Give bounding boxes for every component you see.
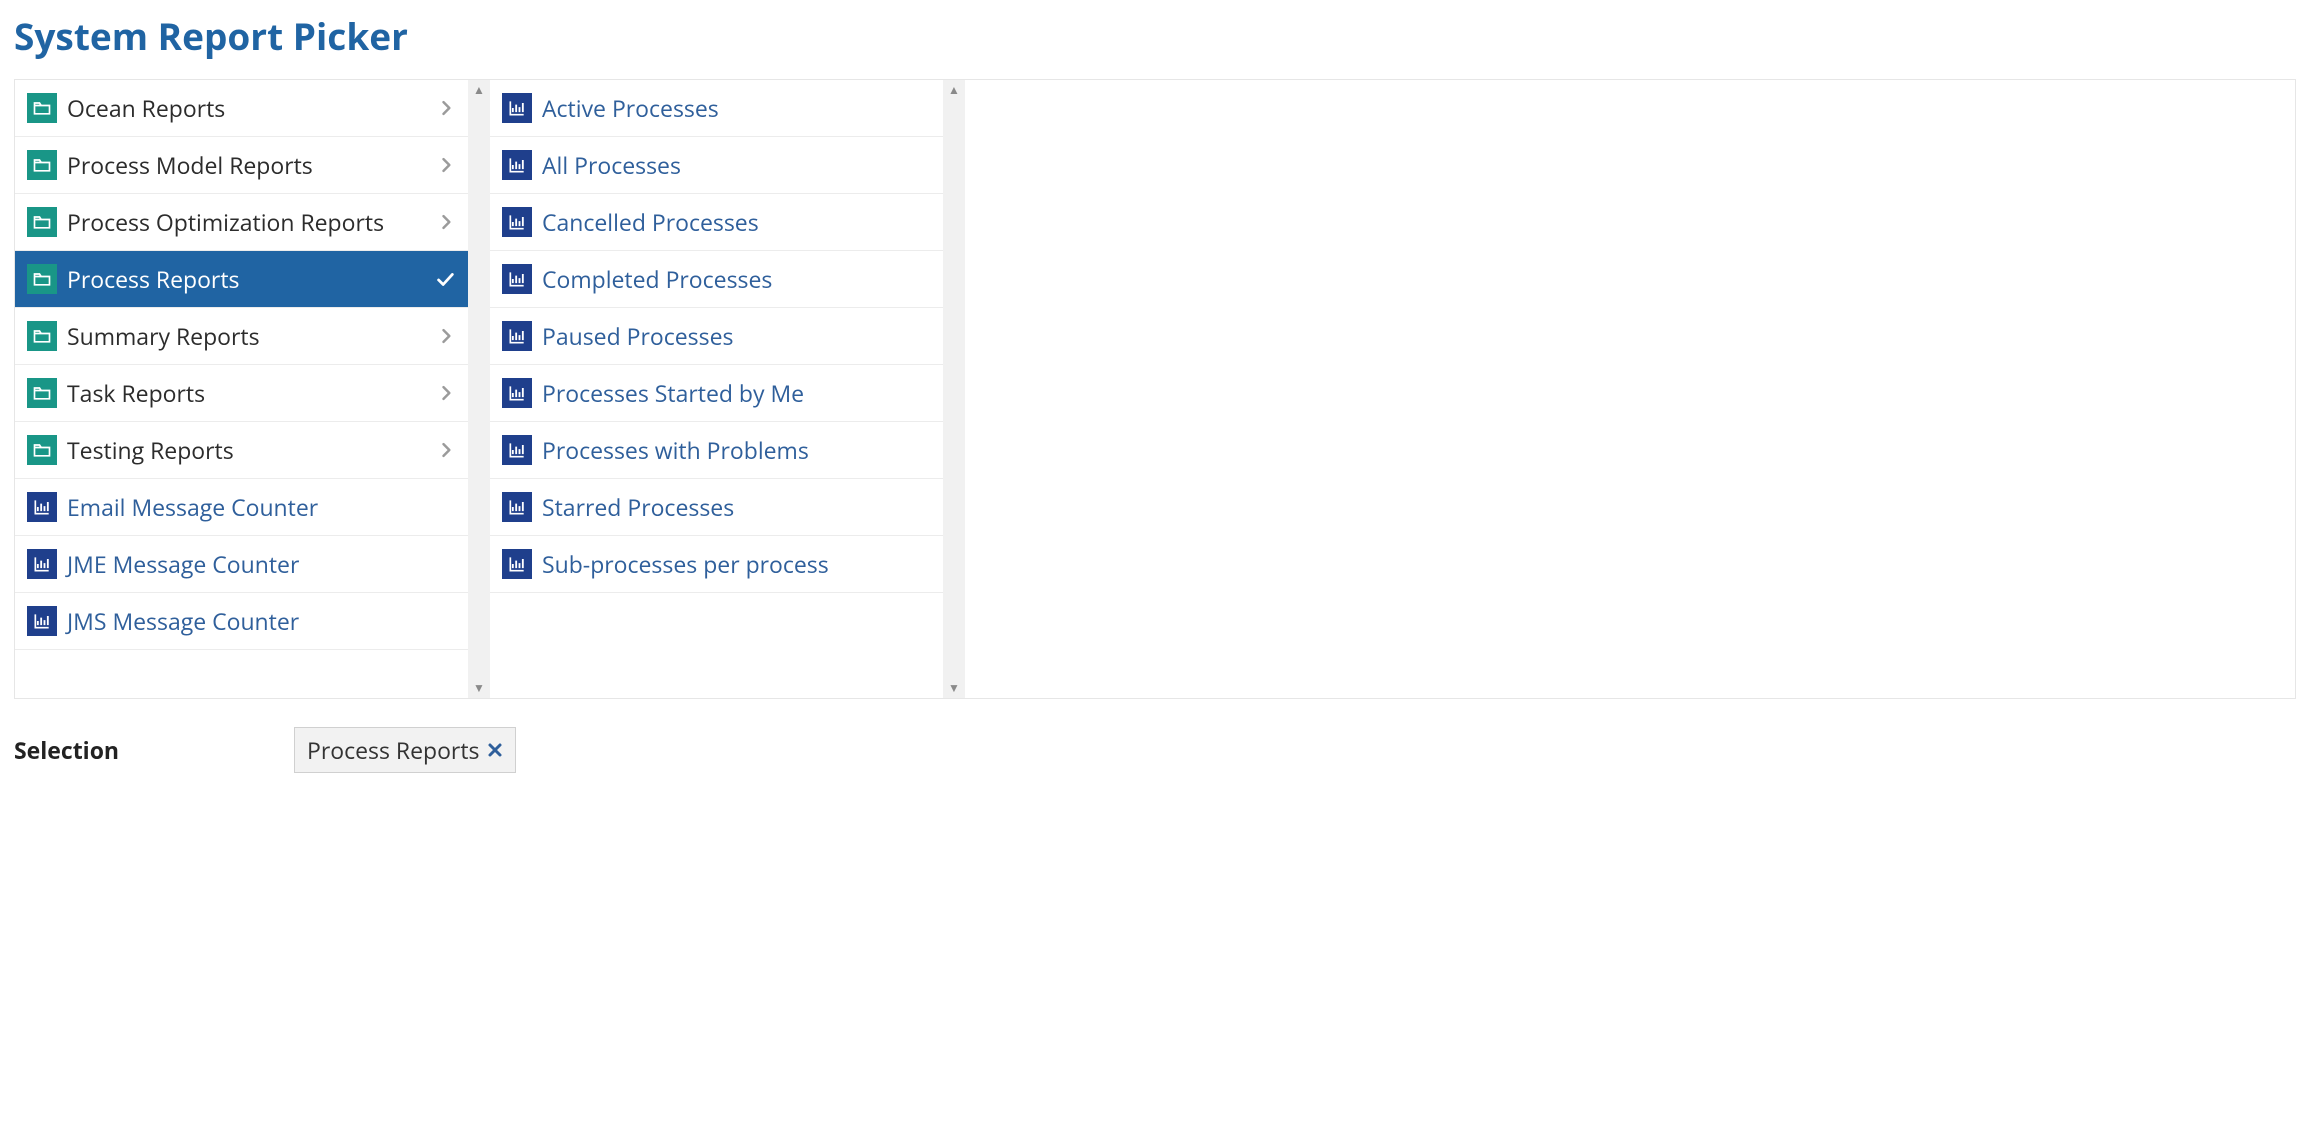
folder-icon (27, 93, 57, 123)
chart-icon (502, 321, 532, 351)
report-row-7[interactable]: Starred Processes (490, 479, 943, 536)
row-label: Ocean Reports (67, 92, 426, 124)
row-label: Summary Reports (67, 320, 426, 352)
folder-row-1[interactable]: Process Model Reports (15, 137, 468, 194)
folder-row-6[interactable]: Testing Reports (15, 422, 468, 479)
report-row-6[interactable]: Processes with Problems (490, 422, 943, 479)
selection-label: Selection (14, 734, 294, 766)
row-label: Paused Processes (542, 320, 931, 352)
chevron-right-icon (436, 383, 456, 403)
report-row-7[interactable]: Email Message Counter (15, 479, 468, 536)
row-label: Completed Processes (542, 263, 931, 295)
row-label: Cancelled Processes (542, 206, 931, 238)
row-label: JME Message Counter (67, 548, 456, 580)
column-reports: Active Processes All Processes Cancelled P… (490, 80, 965, 698)
chart-icon (502, 264, 532, 294)
chart-icon (502, 93, 532, 123)
chart-icon (27, 606, 57, 636)
report-row-4[interactable]: Paused Processes (490, 308, 943, 365)
chart-icon (502, 549, 532, 579)
chevron-right-icon (436, 98, 456, 118)
selection-chip[interactable]: Process Reports (294, 727, 516, 773)
report-row-0[interactable]: Active Processes (490, 80, 943, 137)
folder-row-5[interactable]: Task Reports (15, 365, 468, 422)
row-label: Process Reports (67, 263, 424, 295)
folder-icon (27, 378, 57, 408)
column-categories: Ocean Reports Process Model Reports Proces… (15, 80, 490, 698)
report-row-5[interactable]: Processes Started by Me (490, 365, 943, 422)
folder-row-2[interactable]: Process Optimization Reports (15, 194, 468, 251)
folder-icon (27, 435, 57, 465)
folder-icon (27, 150, 57, 180)
selection-chip-text: Process Reports (307, 734, 479, 766)
row-label: JMS Message Counter (67, 605, 456, 637)
report-row-8[interactable]: JME Message Counter (15, 536, 468, 593)
chart-icon (502, 435, 532, 465)
remove-selection-button[interactable] (487, 742, 503, 758)
row-label: Sub-processes per process (542, 548, 931, 580)
chart-icon (502, 378, 532, 408)
chart-icon (27, 549, 57, 579)
check-icon (434, 268, 456, 290)
column-preview (965, 80, 2295, 698)
row-label: Processes Started by Me (542, 377, 931, 409)
chevron-right-icon (436, 212, 456, 232)
close-icon (487, 742, 503, 758)
report-row-3[interactable]: Completed Processes (490, 251, 943, 308)
scroll-down-icon: ▼ (473, 682, 485, 694)
row-label: Process Model Reports (67, 149, 426, 181)
row-label: All Processes (542, 149, 931, 181)
row-label: Processes with Problems (542, 434, 931, 466)
folder-icon (27, 264, 57, 294)
left-list: Ocean Reports Process Model Reports Proces… (15, 80, 468, 698)
folder-icon (27, 207, 57, 237)
scrollbar-left[interactable]: ▲ ▼ (468, 80, 490, 698)
scroll-up-icon: ▲ (473, 84, 485, 96)
row-label: Email Message Counter (67, 491, 456, 523)
picker-container: Ocean Reports Process Model Reports Proces… (14, 79, 2296, 699)
folder-row-4[interactable]: Summary Reports (15, 308, 468, 365)
selection-bar: Selection Process Reports (14, 727, 2296, 773)
report-row-2[interactable]: Cancelled Processes (490, 194, 943, 251)
report-row-9[interactable]: JMS Message Counter (15, 593, 468, 650)
report-row-1[interactable]: All Processes (490, 137, 943, 194)
chevron-right-icon (436, 440, 456, 460)
chart-icon (502, 207, 532, 237)
chart-icon (27, 492, 57, 522)
row-label: Testing Reports (67, 434, 426, 466)
folder-row-3[interactable]: Process Reports (15, 251, 468, 308)
scroll-up-icon: ▲ (948, 84, 960, 96)
scroll-down-icon: ▼ (948, 682, 960, 694)
middle-list: Active Processes All Processes Cancelled P… (490, 80, 943, 698)
chevron-right-icon (436, 326, 456, 346)
page-title: System Report Picker (14, 10, 2296, 61)
chart-icon (502, 492, 532, 522)
scrollbar-middle[interactable]: ▲ ▼ (943, 80, 965, 698)
folder-icon (27, 321, 57, 351)
row-label: Active Processes (542, 92, 931, 124)
row-label: Starred Processes (542, 491, 931, 523)
row-label: Process Optimization Reports (67, 206, 426, 238)
chevron-right-icon (436, 155, 456, 175)
row-label: Task Reports (67, 377, 426, 409)
report-row-8[interactable]: Sub-processes per process (490, 536, 943, 593)
folder-row-0[interactable]: Ocean Reports (15, 80, 468, 137)
chart-icon (502, 150, 532, 180)
